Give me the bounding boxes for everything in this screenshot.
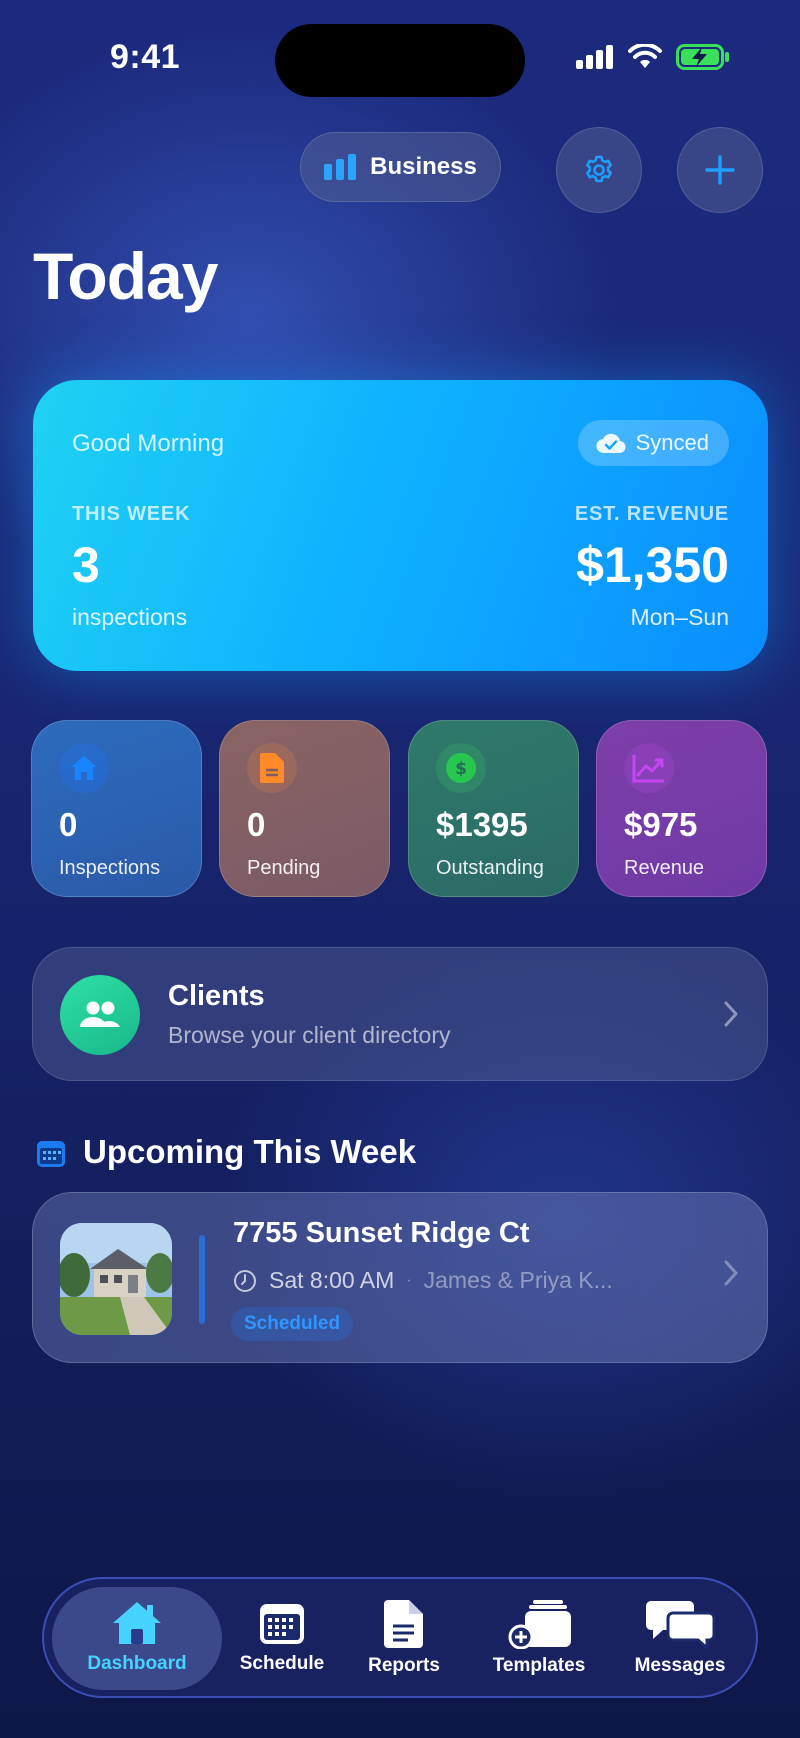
chat-bubbles-icon xyxy=(646,1601,715,1649)
tab-label: Reports xyxy=(368,1655,440,1676)
weekly-summary-card: Good Morning Synced THIS WEEK EST. REVEN… xyxy=(33,380,768,671)
status-badge: Scheduled xyxy=(231,1307,354,1341)
property-photo xyxy=(60,1223,172,1335)
this-week-unit: inspections xyxy=(72,604,188,630)
status-time: 9:41 xyxy=(110,38,181,76)
est-revenue-range: Mon–Sun xyxy=(630,604,729,630)
tab-label: Messages xyxy=(634,1655,726,1676)
stat-tile-inspections[interactable]: 0 Inspections xyxy=(31,720,202,897)
chevron-right-icon xyxy=(724,1260,738,1286)
stat-value: $1395 xyxy=(436,806,528,843)
stat-value: $975 xyxy=(624,806,698,843)
document-icon xyxy=(247,743,297,793)
clients-subtitle: Browse your client directory xyxy=(168,1022,451,1048)
tab-templates[interactable]: Templates xyxy=(474,1579,604,1700)
clients-card[interactable]: Clients Browse your client directory xyxy=(32,947,768,1081)
bar-chart-icon xyxy=(324,154,357,180)
tab-reports[interactable]: Reports xyxy=(344,1579,464,1700)
dollar-icon: $ xyxy=(436,743,486,793)
svg-text:$: $ xyxy=(455,759,467,779)
status-icons xyxy=(576,44,730,70)
stat-label: Inspections xyxy=(59,857,161,879)
stat-tile-pending[interactable]: 0 Pending xyxy=(219,720,390,897)
stat-tile-revenue[interactable]: $975 Revenue xyxy=(596,720,767,897)
est-revenue-value: $1,350 xyxy=(576,537,729,593)
cloud-check-icon xyxy=(596,433,626,454)
tab-label: Dashboard xyxy=(87,1653,187,1674)
add-button[interactable] xyxy=(677,127,763,213)
stat-value: 0 xyxy=(59,806,78,843)
business-mode-button[interactable]: Business xyxy=(300,132,501,202)
tab-schedule[interactable]: Schedule xyxy=(222,1579,342,1700)
settings-button[interactable] xyxy=(556,127,642,213)
status-accent-bar xyxy=(199,1235,205,1324)
tab-bar: Dashboard Schedule Reports Templates Mes… xyxy=(42,1577,758,1698)
stat-value: 0 xyxy=(247,806,266,843)
plus-icon xyxy=(705,155,735,185)
sync-status-badge: Synced xyxy=(577,420,729,466)
stat-label: Outstanding xyxy=(436,857,544,879)
clients-title: Clients xyxy=(168,980,265,1012)
appointment-meta: Sat 8:00 AM · James & Priya K... xyxy=(233,1267,613,1294)
battery-charging-icon xyxy=(676,44,729,70)
greeting: Good Morning xyxy=(72,430,225,457)
people-icon xyxy=(60,975,140,1055)
dynamic-island xyxy=(275,24,525,97)
appointment-time: Sat 8:00 AM xyxy=(269,1267,395,1293)
calendar-icon xyxy=(37,1141,65,1167)
gear-icon xyxy=(586,155,612,183)
house-icon xyxy=(59,743,109,793)
appointment-client: James & Priya K... xyxy=(423,1267,613,1293)
tab-messages[interactable]: Messages xyxy=(610,1579,750,1700)
this-week-count: 3 xyxy=(72,537,100,593)
chevron-right-icon xyxy=(724,1001,738,1027)
est-revenue-label: EST. REVENUE xyxy=(574,503,729,525)
upcoming-heading: Upcoming This Week xyxy=(83,1133,417,1170)
document-icon xyxy=(384,1600,423,1648)
tab-dashboard[interactable]: Dashboard xyxy=(52,1579,222,1700)
templates-stack-icon xyxy=(508,1600,571,1649)
stat-label: Pending xyxy=(247,857,321,879)
clock-icon xyxy=(234,1269,256,1292)
appointment-address: 7755 Sunset Ridge Ct xyxy=(233,1217,530,1249)
stat-tile-outstanding[interactable]: $ $1395 Outstanding xyxy=(408,720,579,897)
wifi-icon xyxy=(628,44,662,68)
appointment-card[interactable]: 7755 Sunset Ridge Ct Sat 8:00 AM · James… xyxy=(32,1192,768,1363)
this-week-label: THIS WEEK xyxy=(72,503,191,525)
calendar-icon xyxy=(260,1604,304,1644)
tab-label: Schedule xyxy=(239,1653,325,1674)
chart-trend-icon xyxy=(624,743,674,793)
house-icon xyxy=(113,1602,161,1644)
page-title: Today xyxy=(33,239,218,313)
business-mode-label: Business xyxy=(370,153,477,180)
cellular-signal-icon xyxy=(576,45,613,69)
tab-label: Templates xyxy=(492,1655,586,1676)
meta-separator: · xyxy=(406,1271,412,1289)
sync-status-label: Synced xyxy=(635,430,709,455)
stat-label: Revenue xyxy=(624,857,705,879)
